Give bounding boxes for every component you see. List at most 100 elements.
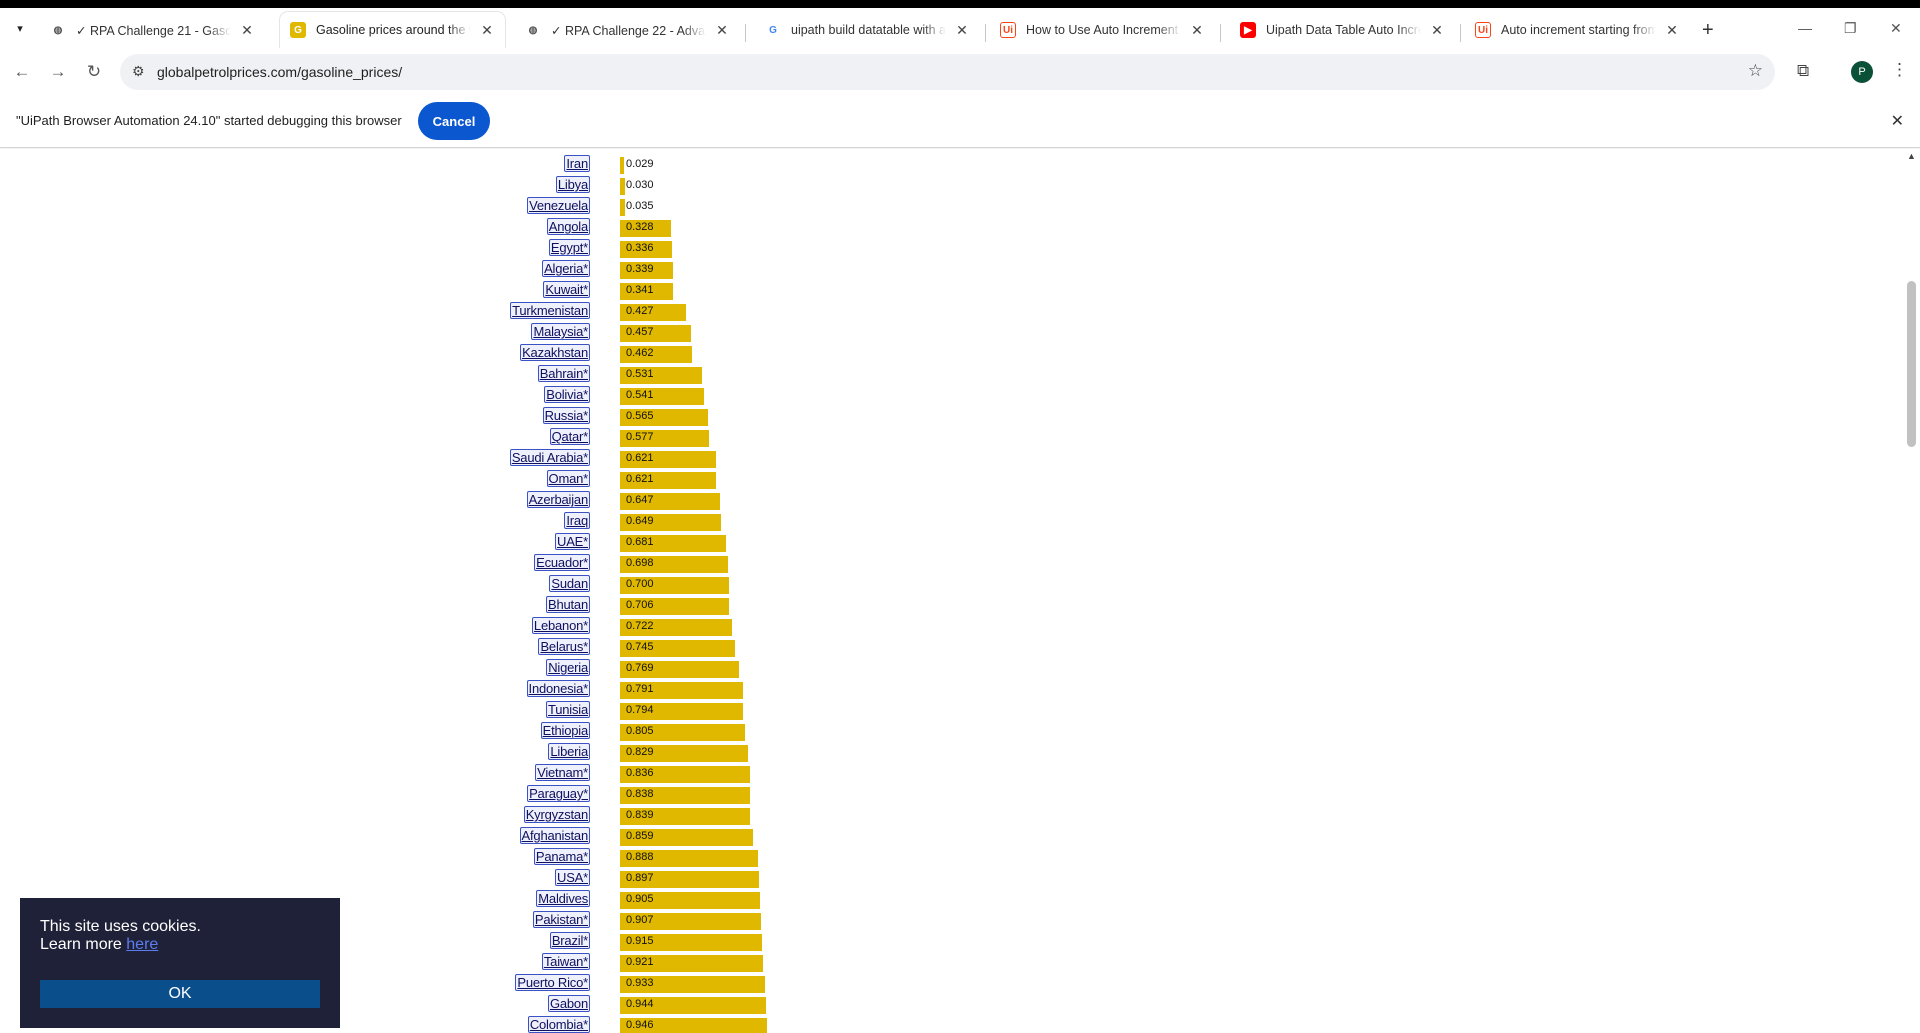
price-value-label: 0.944: [626, 998, 654, 1010]
tab-close-icon[interactable]: ✕: [239, 22, 255, 39]
country-link[interactable]: Gabon: [547, 995, 590, 1012]
country-link[interactable]: Panama*: [533, 848, 590, 865]
tab-search-chevron-icon[interactable]: ▾: [8, 16, 32, 40]
country-label: Brazil*: [450, 932, 590, 949]
browser-tab[interactable]: Guipath build datatable with aut ✕: [755, 12, 980, 48]
country-link[interactable]: Oman*: [546, 470, 590, 487]
price-value-label: 0.339: [626, 263, 654, 275]
infobar-message: "UiPath Browser Automation 24.10" starte…: [16, 113, 402, 128]
country-link[interactable]: Angola: [546, 218, 590, 235]
restore-icon[interactable]: ❐: [1844, 20, 1857, 37]
country-link[interactable]: USA*: [555, 869, 590, 886]
learn-more-text: Learn more: [40, 936, 122, 953]
country-link[interactable]: Nigeria: [546, 659, 590, 676]
country-link[interactable]: Afghanistan: [519, 827, 590, 844]
extensions-puzzle-icon[interactable]: ⧉: [1797, 61, 1809, 81]
country-link[interactable]: Bolivia*: [544, 386, 590, 403]
country-link[interactable]: Libya: [555, 176, 590, 193]
country-link[interactable]: Kazakhstan: [520, 344, 590, 361]
tab-close-icon[interactable]: ✕: [954, 22, 970, 39]
chart-row: Panama* 0.888: [533, 848, 1620, 869]
site-settings-icon[interactable]: ⚙: [132, 63, 145, 80]
close-window-icon[interactable]: ✕: [1890, 20, 1902, 37]
browser-tab[interactable]: Ui Auto increment starting from 0 ✕: [1465, 12, 1690, 48]
country-link[interactable]: Maldives: [536, 890, 590, 907]
tab-close-icon[interactable]: ✕: [1189, 22, 1205, 39]
browser-toolbar: ← → ↻ ⚙ globalpetrolprices.com/gasoline_…: [0, 48, 1920, 96]
cancel-button[interactable]: Cancel: [418, 102, 490, 140]
price-value-label: 0.897: [626, 872, 654, 884]
country-link[interactable]: Kyrgyzstan: [523, 806, 590, 823]
price-value-label: 0.541: [626, 389, 654, 401]
tab-close-icon[interactable]: ✕: [1429, 22, 1445, 39]
forward-arrow-icon[interactable]: →: [46, 60, 70, 84]
country-link[interactable]: Saudi Arabia*: [509, 449, 590, 466]
browser-tab[interactable]: G Gasoline prices around the wor ✕: [280, 12, 505, 48]
country-link[interactable]: Bahrain*: [537, 365, 590, 382]
profile-avatar[interactable]: P: [1851, 61, 1873, 83]
country-link[interactable]: Ecuador*: [534, 554, 590, 571]
price-value-label: 0.769: [626, 662, 654, 674]
browser-tab[interactable]: ▶ Uipath Data Table Auto Increm ✕: [1230, 12, 1455, 48]
chart-row: Liberia 0.829: [548, 743, 1620, 764]
browser-tab[interactable]: ◍ ✓ RPA Challenge 22 - Advance ✕: [515, 12, 740, 48]
country-link[interactable]: Malaysia*: [531, 323, 590, 340]
tab-separator: [745, 24, 746, 42]
menu-kebab-icon[interactable]: ⋮: [1891, 60, 1908, 80]
country-link[interactable]: Sudan: [549, 575, 590, 592]
reload-icon[interactable]: ↻: [82, 60, 106, 84]
price-value-label: 0.791: [626, 683, 654, 695]
price-value-label: 0.621: [626, 473, 654, 485]
browser-tab[interactable]: Ui How to Use Auto Increment in ✕: [990, 12, 1215, 48]
country-link[interactable]: Tunisia: [545, 701, 590, 718]
country-link[interactable]: Kuwait*: [543, 281, 590, 298]
price-value-label: 0.035: [626, 200, 654, 212]
country-label: Gabon: [450, 995, 590, 1012]
country-link[interactable]: Paraguay*: [527, 785, 590, 802]
tab-close-icon[interactable]: ✕: [1664, 22, 1680, 39]
cookie-ok-button[interactable]: OK: [40, 980, 320, 1008]
country-link[interactable]: Pakistan*: [532, 911, 590, 928]
country-link[interactable]: Bhutan: [545, 596, 590, 613]
back-arrow-icon[interactable]: ←: [10, 60, 34, 84]
chart-row: Iraq 0.649: [564, 512, 1620, 533]
country-link[interactable]: Russia*: [542, 407, 590, 424]
country-link[interactable]: Puerto Rico*: [515, 974, 590, 991]
country-link[interactable]: Venezuela: [527, 197, 590, 214]
country-link[interactable]: Colombia*: [527, 1016, 590, 1033]
country-link[interactable]: Belarus*: [538, 638, 590, 655]
scrollbar-thumb[interactable]: [1907, 281, 1916, 447]
country-link[interactable]: Lebanon*: [531, 617, 590, 634]
country-link[interactable]: Algeria*: [542, 260, 590, 277]
country-link[interactable]: Taiwan*: [541, 953, 590, 970]
scroll-up-arrow-icon[interactable]: ▲: [1907, 151, 1916, 161]
vertical-scrollbar[interactable]: ▲: [1903, 149, 1920, 1033]
browser-tab[interactable]: ◍ ✓ RPA Challenge 21 - Gasoline ✕: [40, 12, 265, 48]
country-link[interactable]: Indonesia*: [526, 680, 590, 697]
price-value-label: 0.722: [626, 620, 654, 632]
country-link[interactable]: Azerbaijan: [526, 491, 590, 508]
country-link[interactable]: Qatar*: [549, 428, 590, 445]
chart-row: Brazil* 0.915: [549, 932, 1620, 953]
country-link[interactable]: Egypt*: [548, 239, 590, 256]
address-bar[interactable]: ⚙ globalpetrolprices.com/gasoline_prices…: [120, 54, 1775, 90]
new-tab-plus-icon[interactable]: +: [1702, 19, 1714, 42]
tab-close-icon[interactable]: ✕: [714, 22, 730, 39]
minimize-icon[interactable]: —: [1798, 20, 1812, 36]
price-value-label: 0.794: [626, 704, 654, 716]
price-value-label: 0.698: [626, 557, 654, 569]
infobar-close-icon[interactable]: ✕: [1891, 111, 1904, 131]
country-link[interactable]: Ethiopia: [540, 722, 590, 739]
tab-close-icon[interactable]: ✕: [479, 22, 495, 39]
country-link[interactable]: Vietnam*: [535, 764, 590, 781]
country-label: UAE*: [450, 533, 590, 550]
cookie-here-link[interactable]: here: [126, 936, 158, 953]
url-text[interactable]: globalpetrolprices.com/gasoline_prices/: [157, 64, 402, 80]
country-link[interactable]: Turkmenistan: [510, 302, 590, 319]
country-link[interactable]: Brazil*: [549, 932, 590, 949]
country-link[interactable]: Iran: [564, 155, 590, 172]
country-link[interactable]: Iraq: [564, 512, 590, 529]
country-link[interactable]: UAE*: [555, 533, 590, 550]
bookmark-star-icon[interactable]: ☆: [1748, 61, 1763, 81]
country-link[interactable]: Liberia: [548, 743, 590, 760]
